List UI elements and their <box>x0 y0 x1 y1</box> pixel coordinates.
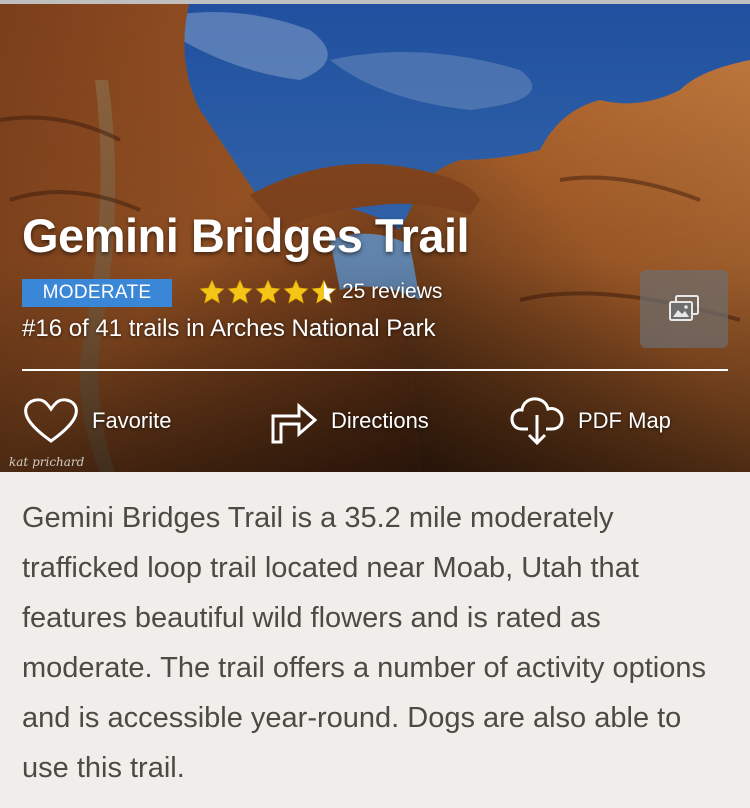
favorite-button[interactable]: Favorite <box>22 396 171 446</box>
photos-button[interactable] <box>640 270 728 348</box>
rating-stars <box>198 276 338 308</box>
star-icon <box>255 279 281 304</box>
photo-gallery-icon <box>669 295 699 321</box>
review-count[interactable]: 25 reviews <box>342 280 442 304</box>
directions-label: Directions <box>331 408 429 433</box>
heart-outline-icon <box>24 398 78 443</box>
star-icon <box>227 279 253 304</box>
rank-text: #16 of 41 trails in <box>22 315 211 342</box>
half-star-icon <box>311 279 337 304</box>
pdf-map-button[interactable]: PDF Map <box>510 396 671 446</box>
star-icon <box>199 279 225 304</box>
trail-hero: Gemini Bridges Trail MODERATE 25 reviews… <box>0 0 750 472</box>
cloud-download-icon <box>510 397 564 446</box>
park-link[interactable]: Arches National Park <box>210 315 435 342</box>
turn-right-arrow-icon <box>271 402 318 444</box>
trail-description: Gemini Bridges Trail is a 35.2 mile mode… <box>22 502 706 784</box>
pdf-map-label: PDF Map <box>578 408 671 433</box>
difficulty-badge: MODERATE <box>22 279 172 307</box>
star-icon <box>283 279 309 304</box>
favorite-label: Favorite <box>92 408 172 433</box>
photo-credit: kat prichard <box>9 455 85 469</box>
hero-divider <box>22 369 728 371</box>
park-rank: #16 of 41 trails in Arches National Park <box>22 315 436 343</box>
trail-title: Gemini Bridges Trail <box>22 209 470 262</box>
directions-button[interactable]: Directions <box>265 396 429 446</box>
rating[interactable]: 25 reviews <box>198 276 442 308</box>
